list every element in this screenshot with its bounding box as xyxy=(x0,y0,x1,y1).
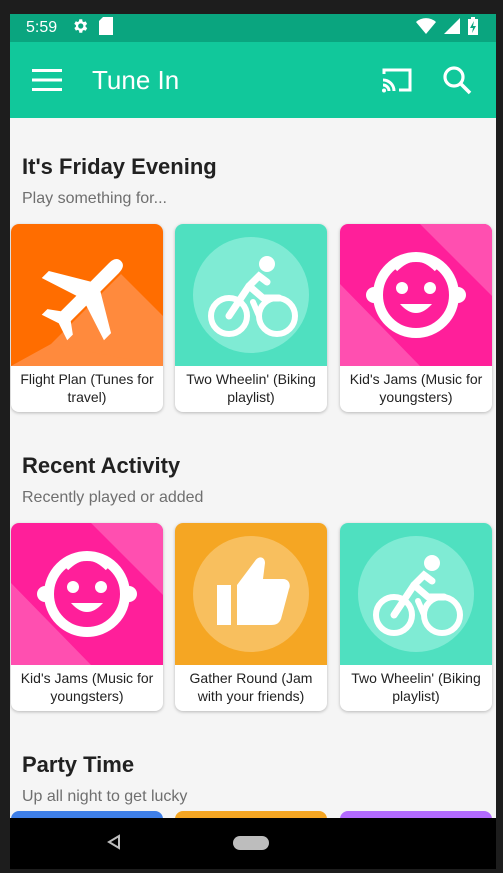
card-caption: Kid's Jams (Music for youngsters) xyxy=(20,670,154,704)
section-subtitle: Recently played or added xyxy=(22,489,204,506)
bike-icon xyxy=(373,555,463,636)
card-artwork xyxy=(340,224,492,366)
status-time: 5:59 xyxy=(26,19,58,36)
cast-icon xyxy=(382,68,412,93)
thumbs-up-icon xyxy=(217,557,290,625)
battery-charging-icon xyxy=(468,16,478,40)
playlist-card-partial[interactable] xyxy=(175,811,327,818)
settings-gear-icon xyxy=(71,17,89,40)
baby-face-icon xyxy=(37,551,137,637)
search-icon xyxy=(443,66,472,95)
baby-face-icon xyxy=(366,252,466,338)
system-nav-bar xyxy=(10,818,496,869)
section-subtitle: Up all night to get lucky xyxy=(22,788,188,805)
cast-button[interactable] xyxy=(380,63,414,97)
playlist-card-partial[interactable] xyxy=(340,811,492,818)
section-title: Recent Activity xyxy=(22,453,181,478)
status-bar: 5:59 xyxy=(10,14,496,42)
card-artwork xyxy=(11,523,163,665)
phone-screen: 5:59 Tune In It's Friday Evening Play so… xyxy=(10,14,496,869)
card-artwork xyxy=(11,224,163,366)
hamburger-menu-icon xyxy=(32,69,62,91)
bike-icon xyxy=(208,256,298,337)
playlist-card-two-wheelin[interactable]: Two Wheelin' (Biking playlist) xyxy=(340,523,492,711)
airplane-icon xyxy=(41,259,123,341)
playlist-card-two-wheelin[interactable]: Two Wheelin' (Biking playlist) xyxy=(175,224,327,412)
section-title: Party Time xyxy=(22,752,135,777)
sd-card-icon xyxy=(99,16,114,40)
card-caption: Gather Round (Jam with your friends) xyxy=(189,670,313,704)
section-title: It's Friday Evening xyxy=(22,154,217,179)
playlist-card-kids-jams[interactable]: Kid's Jams (Music for youngsters) xyxy=(340,224,492,412)
section-subtitle: Play something for... xyxy=(22,190,167,207)
home-pill-button[interactable] xyxy=(233,836,269,850)
menu-button[interactable] xyxy=(30,63,64,97)
card-artwork xyxy=(340,523,492,665)
card-caption: Two Wheelin' (Biking playlist) xyxy=(351,670,481,704)
card-caption: Flight Plan (Tunes for travel) xyxy=(20,371,154,405)
card-artwork xyxy=(175,224,327,366)
app-title: Tune In xyxy=(92,64,180,95)
card-caption: Two Wheelin' (Biking playlist) xyxy=(186,371,316,405)
wifi-icon xyxy=(416,17,436,39)
home-feed[interactable]: It's Friday Evening Play something for..… xyxy=(10,118,496,818)
playlist-card-kids-jams[interactable]: Kid's Jams (Music for youngsters) xyxy=(11,523,163,711)
app-bar: Tune In xyxy=(10,42,496,118)
cell-signal-icon xyxy=(444,17,460,39)
card-artwork xyxy=(175,523,327,665)
back-triangle-icon xyxy=(107,834,120,850)
playlist-card-partial[interactable] xyxy=(11,811,163,818)
back-button[interactable] xyxy=(106,834,122,855)
playlist-card-flight-plan[interactable]: Flight Plan (Tunes for travel) xyxy=(11,224,163,412)
playlist-card-gather-round[interactable]: Gather Round (Jam with your friends) xyxy=(175,523,327,711)
search-button[interactable] xyxy=(440,63,474,97)
card-caption: Kid's Jams (Music for youngsters) xyxy=(349,371,483,405)
